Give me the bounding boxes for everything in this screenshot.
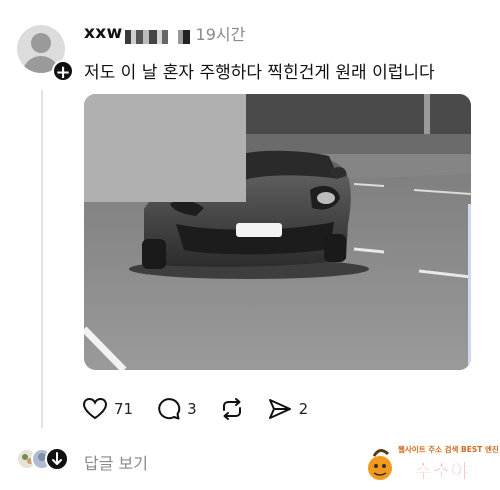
comment-button[interactable]: 3 [155,397,197,421]
view-replies-link[interactable]: 답글 보기 [84,450,148,474]
avatar-head [31,33,51,53]
follow-button[interactable]: + [52,60,74,83]
repost-button[interactable] [219,397,245,421]
post-text: 저도 이 날 혼자 주행하다 찍힌건게 원래 이럽니다 [84,63,435,83]
post-actions: 71 3 2 [82,395,330,423]
username[interactable]: xxw [84,23,123,43]
watermark-logo: 웹사이트 주소 검색 BEST 엔진 주소야 [362,440,499,486]
reply-avatar-stack [16,447,69,471]
repost-icon [222,398,241,420]
share-count: 2 [298,400,309,418]
username-redaction [124,26,190,44]
thread-line [41,90,43,428]
like-button[interactable]: 71 [82,397,133,421]
plus-icon: + [55,62,71,83]
reply-avatars[interactable] [16,446,76,472]
share-button[interactable]: 2 [267,397,309,421]
comment-count: 3 [187,400,197,418]
car-photo [84,94,471,370]
timestamp: 19시간 [195,25,246,44]
post-header: xxw 19시간 [84,22,245,44]
svg-text:주소야: 주소야 [414,459,470,483]
heart-icon [82,397,108,420]
post-image[interactable] [84,94,471,370]
comment-icon [158,398,181,420]
svg-text:웹사이트 주소 검색 BEST 엔진: 웹사이트 주소 검색 BEST 엔진 [398,444,498,454]
send-icon [268,399,291,419]
like-count: 71 [114,400,134,418]
juso-ya-logo: 웹사이트 주소 검색 BEST 엔진 주소야 [368,444,499,483]
